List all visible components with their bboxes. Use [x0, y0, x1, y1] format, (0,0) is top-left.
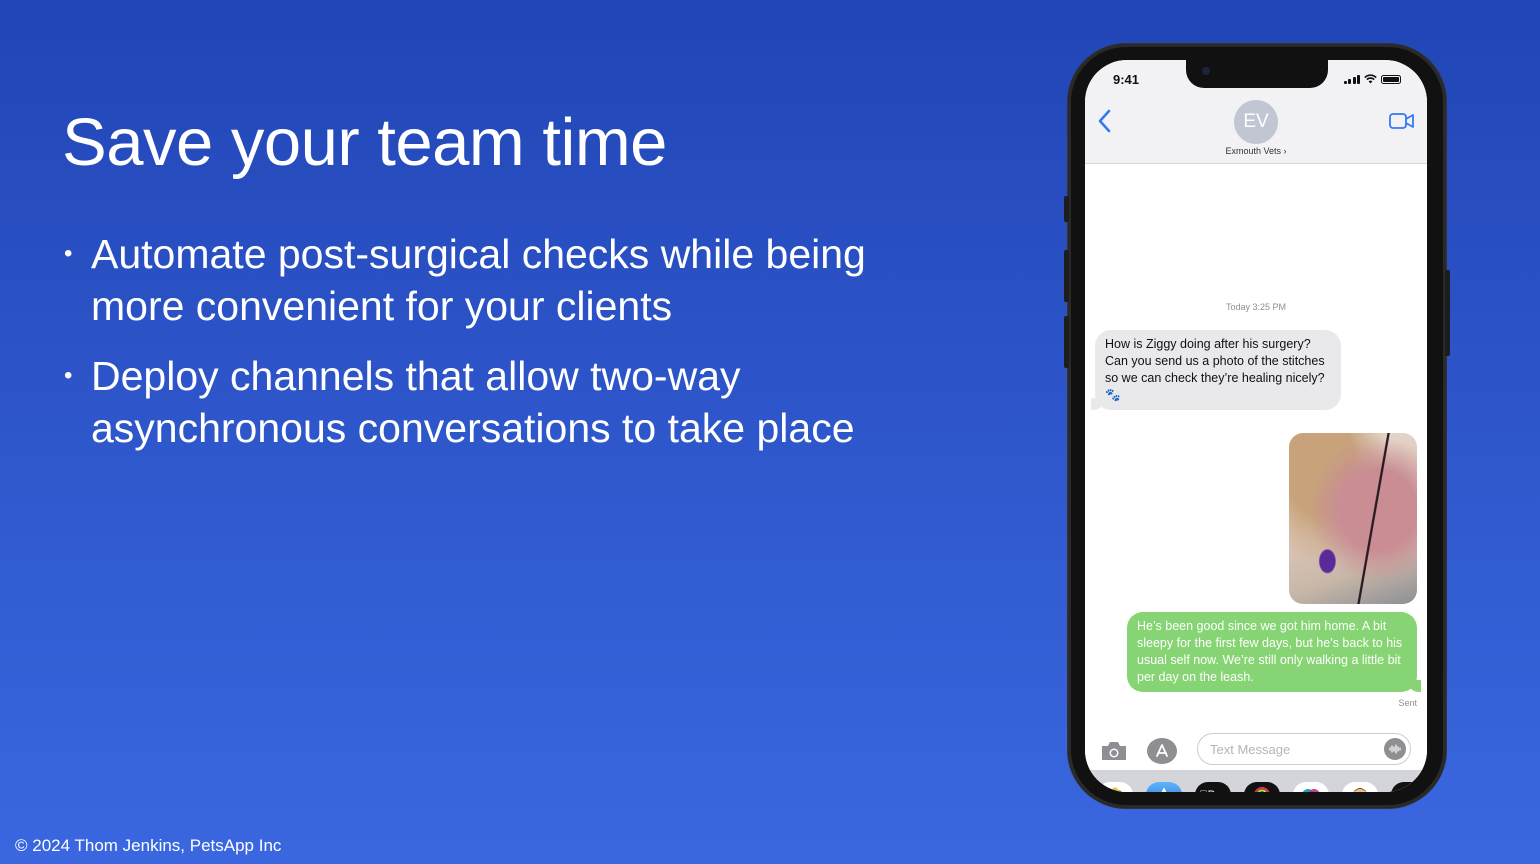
digital-touch-icon[interactable]	[1293, 782, 1329, 792]
bullet-text: Automate post-surgical checks while bein…	[91, 231, 866, 329]
wifi-icon	[1364, 74, 1377, 84]
outgoing-message-bubble: He’s been good since we got him home. A …	[1127, 612, 1421, 692]
contact-avatar[interactable]: EV	[1234, 100, 1278, 144]
phone-mockup: 9:41 EV Exmouth Vets › Today 3:25 PM How…	[1064, 44, 1450, 808]
bullet-dot: •	[64, 362, 73, 389]
delivery-status: Sent	[1398, 698, 1417, 708]
text-message-input[interactable]	[1210, 734, 1380, 764]
status-icons	[1343, 74, 1401, 84]
activity-rings-icon[interactable]	[1244, 782, 1280, 792]
battery-icon	[1381, 75, 1401, 84]
bullet-item: • Deploy channels that allow two-way asy…	[62, 350, 962, 454]
message-timestamp: Today 3:25 PM	[1225, 302, 1287, 312]
front-camera	[1202, 67, 1210, 75]
photos-app-icon[interactable]	[1097, 782, 1133, 792]
contact-name[interactable]: Exmouth Vets ›	[1085, 146, 1427, 156]
status-time: 9:41	[1113, 72, 1140, 87]
copyright-footer: © 2024 Thom Jenkins, PetsApp Inc	[15, 836, 282, 855]
power-button	[1445, 270, 1450, 356]
photo-attachment[interactable]	[1289, 433, 1417, 604]
memoji-icon[interactable]	[1342, 782, 1378, 792]
imessage-app-tray: Pay	[1085, 770, 1427, 792]
apple-pay-label: Pay	[1199, 789, 1226, 792]
signal-icon	[1343, 75, 1360, 84]
volume-up-button	[1064, 250, 1069, 302]
app-store-icon[interactable]	[1147, 738, 1177, 764]
facetime-video-icon[interactable]	[1389, 112, 1415, 130]
heart-stickers-icon[interactable]	[1391, 782, 1427, 792]
app-store-tray-icon[interactable]	[1146, 782, 1182, 792]
back-chevron-icon[interactable]	[1095, 108, 1115, 134]
message-compose-bar	[1085, 730, 1427, 770]
camera-icon[interactable]	[1099, 740, 1129, 762]
apple-pay-icon[interactable]: Pay	[1195, 782, 1231, 792]
bullet-item: • Automate post-surgical checks while be…	[62, 228, 962, 332]
incoming-message-bubble: How is Ziggy doing after his surgery? Ca…	[1091, 330, 1341, 410]
bullet-dot: •	[64, 240, 73, 267]
text-message-field[interactable]	[1197, 733, 1411, 765]
side-button	[1064, 196, 1069, 222]
volume-down-button	[1064, 316, 1069, 368]
bullet-text: Deploy channels that allow two-way async…	[91, 353, 855, 451]
bullet-list: • Automate post-surgical checks while be…	[62, 228, 962, 472]
audio-message-icon[interactable]	[1384, 738, 1406, 760]
slide-title: Save your team time	[62, 105, 667, 180]
notch	[1186, 60, 1328, 88]
phone-screen: 9:41 EV Exmouth Vets › Today 3:25 PM How…	[1085, 60, 1427, 792]
